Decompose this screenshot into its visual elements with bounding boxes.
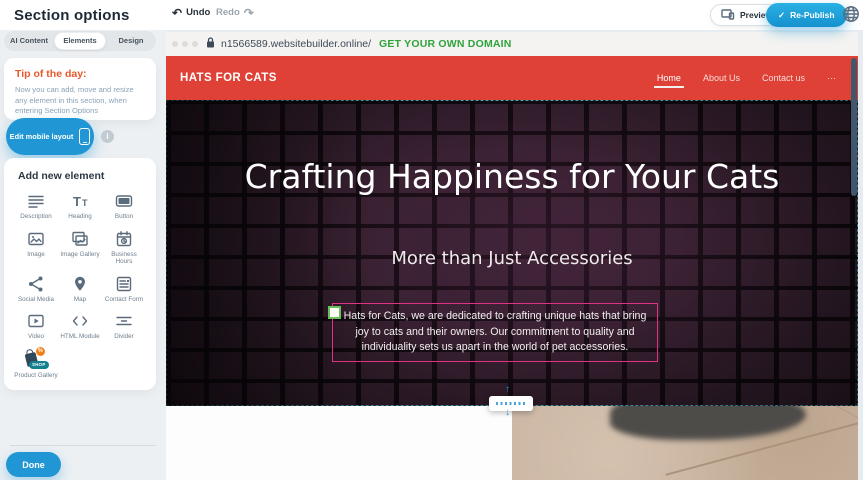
- tab-elements[interactable]: Elements: [54, 32, 106, 50]
- tab-ai-content[interactable]: AI Content: [4, 32, 54, 50]
- nav-about-us[interactable]: About Us: [703, 67, 740, 89]
- svg-text:T: T: [73, 194, 81, 209]
- site-url[interactable]: n1566589.websitebuilder.online/: [221, 38, 371, 50]
- heading-icon: TT: [71, 192, 89, 210]
- sidebar-divider: [10, 445, 156, 446]
- section-resize-handle[interactable]: [489, 396, 533, 411]
- button-icon: [115, 192, 133, 210]
- lock-icon: [206, 35, 215, 53]
- phone-icon: [79, 128, 90, 145]
- site-header: HATS FOR CATS Home About Us Contact us ⋯: [166, 56, 858, 100]
- edit-mobile-label: Edit mobile layout: [10, 132, 74, 141]
- element-image-gallery[interactable]: Image Gallery: [58, 230, 102, 266]
- element-drag-handle[interactable]: [328, 306, 341, 319]
- hero-section[interactable]: Crafting Happiness for Your Cats More th…: [166, 100, 858, 406]
- element-video[interactable]: Video: [14, 312, 58, 341]
- hero-paragraph: Hats for Cats, we are dedicated to craft…: [340, 309, 650, 356]
- tab-design[interactable]: Design: [106, 32, 156, 50]
- photo-shadow: [610, 406, 806, 440]
- element-image[interactable]: Image: [14, 230, 58, 266]
- nav-more-ellipsis-icon[interactable]: ⋯: [827, 67, 836, 90]
- resize-arrow-down-icon: ↓: [505, 408, 510, 418]
- contact-form-icon: [115, 275, 133, 293]
- nav-home[interactable]: Home: [657, 67, 681, 89]
- resize-arrow-up-icon: ↑: [505, 385, 510, 395]
- business-hours-icon: [115, 230, 133, 248]
- site-logo[interactable]: HATS FOR CATS: [180, 72, 277, 84]
- tip-of-the-day-card: Tip of the day: Now you can add, move an…: [4, 58, 156, 120]
- social-media-icon: [27, 275, 45, 293]
- next-section-photo: [512, 406, 858, 480]
- element-button[interactable]: Button: [102, 192, 146, 221]
- html-module-icon: [71, 312, 89, 330]
- browser-bar: n1566589.websitebuilder.online/ GET YOUR…: [166, 32, 858, 56]
- top-bar: Section options ↶ Undo Redo ↷ Preview ✓ …: [0, 0, 863, 30]
- get-domain-link[interactable]: GET YOUR OWN DOMAIN: [379, 38, 512, 50]
- element-divider[interactable]: Divider: [102, 312, 146, 341]
- edit-mobile-layout-button[interactable]: Edit mobile layout: [6, 118, 94, 155]
- republish-button[interactable]: ✓ Re-Publish: [766, 3, 847, 27]
- image-icon: [27, 230, 45, 248]
- map-pin-icon: [71, 275, 89, 293]
- devices-icon: [721, 9, 735, 22]
- add-element-panel: Add new element Description TT Heading B…: [4, 158, 156, 390]
- tip-title: Tip of the day:: [15, 68, 145, 80]
- shop-badge: SHOP: [29, 361, 49, 369]
- done-button[interactable]: Done: [6, 452, 61, 477]
- sidebar-tabbar: AI Content Elements Design: [4, 31, 156, 51]
- product-gallery-icon: % SHOP: [25, 350, 47, 369]
- element-business-hours[interactable]: Business Hours: [102, 230, 146, 266]
- element-heading[interactable]: TT Heading: [58, 192, 102, 221]
- add-element-title: Add new element: [14, 170, 148, 182]
- element-description[interactable]: Description: [14, 192, 58, 221]
- new-badge-icon: %: [36, 347, 45, 356]
- description-icon: [27, 192, 45, 210]
- divider-icon: [115, 312, 133, 330]
- element-social-media[interactable]: Social Media: [14, 275, 58, 304]
- image-gallery-icon: [71, 230, 89, 248]
- republish-label: Re-Publish: [790, 10, 834, 20]
- site-nav: Home About Us Contact us ⋯: [657, 56, 836, 100]
- hero-heading[interactable]: Crafting Happiness for Your Cats: [242, 152, 782, 202]
- svg-text:T: T: [82, 198, 88, 208]
- window-dot: [192, 41, 198, 47]
- selected-text-element[interactable]: Hats for Cats, we are dedicated to craft…: [332, 303, 658, 362]
- next-section-blank: [166, 406, 512, 480]
- window-dot: [182, 41, 188, 47]
- preview-scrollbar[interactable]: [851, 58, 857, 196]
- undo-label: Undo: [186, 7, 210, 18]
- element-grid: Description TT Heading Button Image Imag…: [14, 192, 148, 379]
- undo-icon: ↶: [172, 8, 182, 18]
- language-globe-icon[interactable]: [842, 5, 860, 23]
- element-html-module[interactable]: HTML Module: [58, 312, 102, 341]
- window-dots: [172, 41, 198, 47]
- element-map[interactable]: Map: [58, 275, 102, 304]
- app-window: Section options ↶ Undo Redo ↷ Preview ✓ …: [0, 0, 863, 480]
- nav-contact-us[interactable]: Contact us: [762, 67, 805, 89]
- video-icon: [27, 312, 45, 330]
- sidebar: AI Content Elements Design Tip of the da…: [0, 30, 166, 480]
- undo-button[interactable]: ↶ Undo: [172, 7, 210, 18]
- check-icon: ✓: [778, 10, 785, 21]
- redo-label: Redo: [216, 7, 240, 18]
- element-product-gallery[interactable]: % SHOP Product Gallery: [14, 350, 58, 380]
- tip-body: Now you can add, move and resize any ele…: [15, 85, 145, 117]
- page-title: Section options: [14, 7, 130, 24]
- pavement-crack: [816, 406, 858, 434]
- hero-subheading[interactable]: More than Just Accessories: [312, 248, 712, 269]
- element-contact-form[interactable]: Contact Form: [102, 275, 146, 304]
- info-icon[interactable]: i: [101, 130, 114, 143]
- window-dot: [172, 41, 178, 47]
- redo-icon: ↷: [244, 8, 254, 18]
- redo-button[interactable]: Redo ↷: [216, 7, 254, 18]
